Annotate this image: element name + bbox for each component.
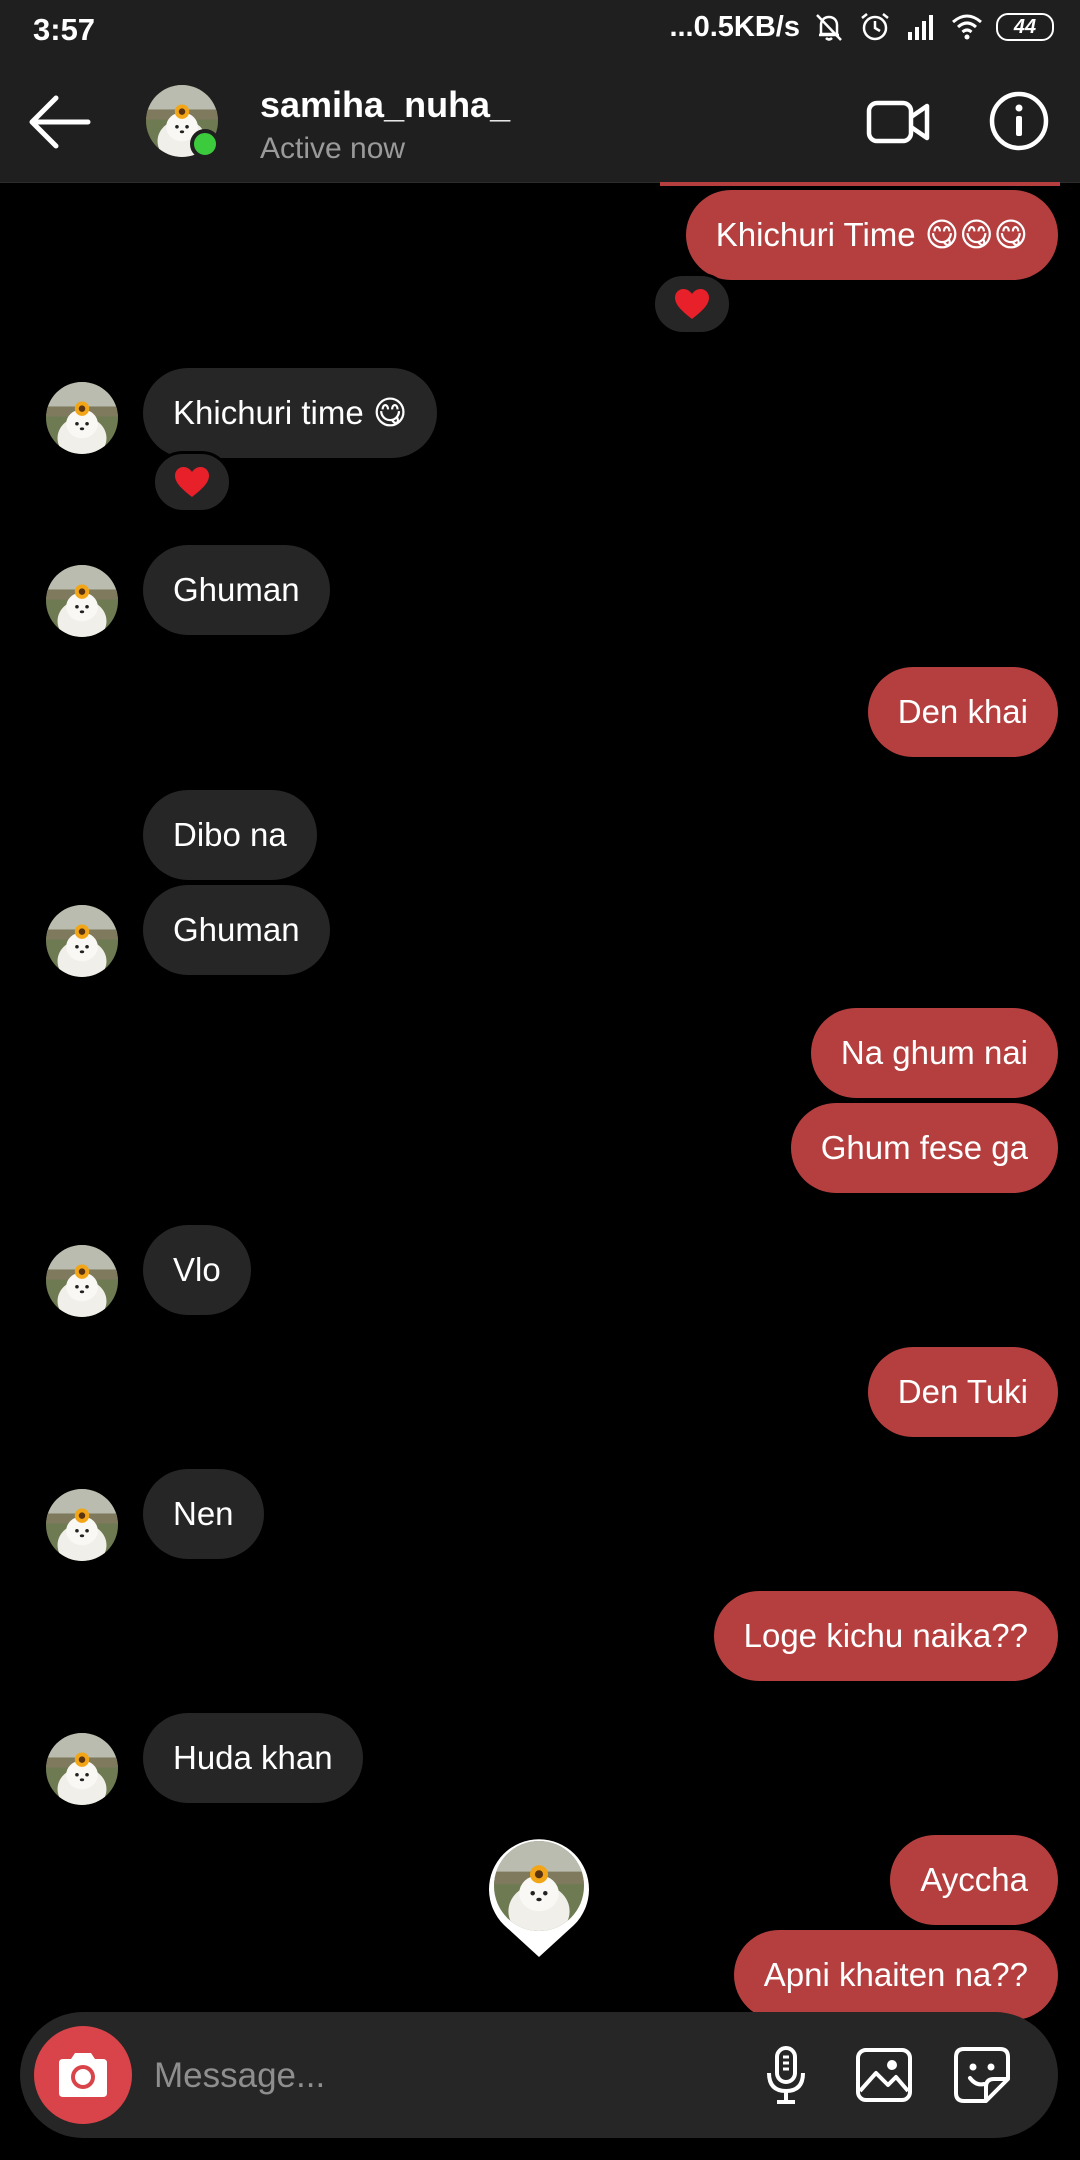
message-bubble-outgoing[interactable]: Apni khaiten na?? [733,1930,1058,2020]
sender-avatar[interactable] [46,905,118,977]
back-arrow-icon[interactable] [28,92,92,152]
message-bubble-incoming[interactable]: Vlo [143,1225,251,1315]
active-status: Active now [260,132,406,165]
camera-button[interactable] [34,2026,132,2124]
message-bubble-outgoing[interactable]: Khichuri Time 😋😋😋 [685,190,1058,280]
gallery-icon[interactable] [854,2045,914,2105]
network-speed: ...0.5KB/s [669,10,800,43]
message-bubble-incoming[interactable]: Ghuman [143,885,330,975]
message-input[interactable] [152,2038,716,2114]
message-bubble-incoming[interactable]: Ghuman [143,545,330,635]
video-call-icon[interactable] [866,93,930,151]
message-bubble-incoming[interactable]: Dibo na [143,790,317,880]
heart-icon [174,466,210,498]
chat-header: samiha_nuha_ Active now [0,62,1080,183]
mute-bell-icon [816,14,842,41]
status-bar: 3:57 ...0.5KB/s 44 [0,0,1080,62]
signal-icon [908,15,933,40]
sender-avatar[interactable] [46,1489,118,1561]
message-bubble-outgoing[interactable]: Loge kichu naika?? [713,1591,1058,1681]
sender-avatar[interactable] [46,1245,118,1317]
message-bubble-incoming[interactable]: Huda khan [143,1713,363,1803]
online-indicator [190,129,220,159]
previous-message-edge [660,182,1060,186]
info-icon[interactable] [988,90,1050,152]
heart-reaction[interactable] [152,451,232,513]
message-bubble-outgoing[interactable]: Den Tuki [867,1347,1058,1437]
heart-reaction[interactable] [652,273,732,335]
message-bubble-outgoing[interactable]: Ayccha [890,1835,1058,1925]
sticker-icon[interactable] [952,2045,1012,2105]
sender-avatar[interactable] [46,565,118,637]
message-bubble-incoming[interactable]: Khichuri time 😋 [143,368,438,458]
message-bubble-outgoing[interactable]: Ghum fese ga [790,1103,1058,1193]
camera-icon [59,2053,107,2097]
heart-icon [674,288,710,320]
battery-indicator: 44 [996,13,1054,41]
message-bubble-outgoing[interactable]: Den khai [867,667,1058,757]
seen-avatar-marker [489,1839,589,1957]
status-time: 3:57 [33,12,96,47]
message-bubble-incoming[interactable]: Nen [143,1469,264,1559]
sender-avatar[interactable] [46,382,118,454]
message-composer [20,2012,1058,2138]
alarm-icon [861,13,889,41]
microphone-icon[interactable] [756,2045,816,2105]
chat-username[interactable]: samiha_nuha_ [260,84,510,126]
wifi-icon [952,14,982,40]
message-bubble-outgoing[interactable]: Na ghum nai [810,1008,1058,1098]
sender-avatar[interactable] [46,1733,118,1805]
